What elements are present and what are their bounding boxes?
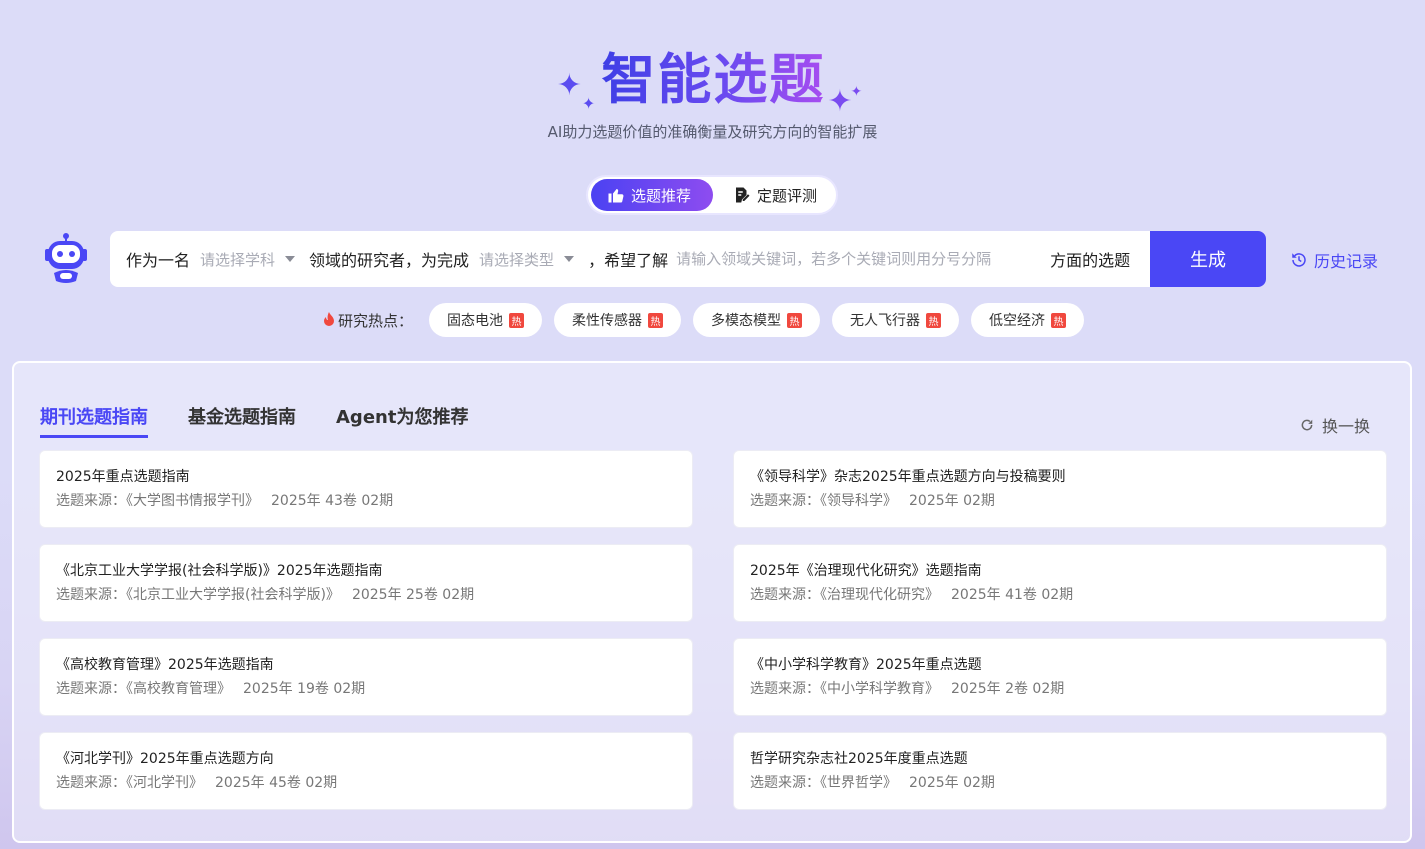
guide-card[interactable]: 《高校教育管理》2025年选题指南 选题来源：《高校教育管理》 2025年 19卷…	[39, 638, 693, 716]
subject-select[interactable]: 请选择学科	[200, 249, 296, 270]
guide-card[interactable]: 2025年重点选题指南 选题来源：《大学图书情报学刊》 2025年 43卷 02期	[39, 450, 693, 528]
tab-journal-guide[interactable]: 期刊选题指南	[40, 403, 148, 438]
card-source: 选题来源：《高校教育管理》 2025年 19卷 02期	[56, 681, 366, 697]
card-title: 《领导科学》杂志2025年重点选题方向与投稿要则	[750, 469, 1066, 485]
robot-avatar-icon	[45, 233, 87, 283]
tab-label: 定题评测	[757, 186, 818, 205]
tab-topic-recommend[interactable]: 选题推荐	[591, 179, 713, 211]
card-title: 《中小学科学教育》2025年重点选题	[750, 657, 982, 673]
card-source: 选题来源：《北京工业大学学报(社会科学版)》 2025年 25卷 02期	[56, 587, 475, 603]
card-title: 《河北学刊》2025年重点选题方向	[56, 751, 274, 767]
chevron-down-icon	[564, 256, 575, 262]
tab-agent-recommend[interactable]: Agent为您推荐	[336, 403, 468, 438]
hot-topic-chip[interactable]: 无人飞行器热	[832, 303, 960, 337]
search-suffix-text: 方面的选题	[1050, 251, 1131, 270]
search-prefix-text: 作为一名	[126, 251, 191, 270]
hot-topic-chip[interactable]: 低空经济热	[971, 303, 1085, 337]
hot-badge: 热	[509, 312, 525, 328]
card-source: 选题来源：《中小学科学教育》 2025年 2卷 02期	[750, 681, 1065, 697]
hot-topics-row: 研究热点： 固态电池热 柔性传感器热 多模态模型热 无人飞行器热 低空经济热	[322, 303, 1096, 337]
guide-card[interactable]: 2025年《治理现代化研究》选题指南 选题来源：《治理现代化研究》 2025年 4…	[733, 544, 1387, 622]
hot-topic-chip[interactable]: 固态电池热	[429, 303, 543, 337]
topic-search-bar: 作为一名 请选择学科 领域的研究者，为完成 请选择类型 ，希望了解 方面的选题 …	[110, 231, 1266, 287]
guide-card[interactable]: 《河北学刊》2025年重点选题方向 选题来源：《河北学刊》 2025年 45卷 0…	[39, 732, 693, 810]
card-source: 选题来源：《大学图书情报学刊》 2025年 43卷 02期	[56, 493, 394, 509]
hot-badge: 热	[926, 312, 942, 328]
history-label: 历史记录	[1314, 252, 1379, 271]
subject-select-placeholder: 请选择学科	[200, 250, 276, 269]
type-select-placeholder: 请选择类型	[479, 250, 555, 269]
guide-tabs: 期刊选题指南 基金选题指南 Agent为您推荐	[40, 403, 468, 438]
tab-topic-evaluate[interactable]: 定题评测	[717, 179, 831, 211]
type-select[interactable]: 请选择类型	[479, 249, 575, 270]
card-title: 《高校教育管理》2025年选题指南	[56, 657, 274, 673]
hot-topic-chip[interactable]: 柔性传感器热	[554, 303, 682, 337]
sparkle-icon: ✦✦	[556, 68, 598, 113]
search-middle-text: 领域的研究者，为完成	[309, 251, 470, 270]
guide-panel: 期刊选题指南 基金选题指南 Agent为您推荐 换一换 2025年重点选题指南 …	[12, 361, 1412, 843]
keyword-input[interactable]	[676, 250, 1037, 268]
refresh-icon	[1301, 419, 1313, 431]
card-source: 选题来源：《世界哲学》 2025年 02期	[750, 775, 995, 791]
history-button[interactable]: 历史记录	[1290, 248, 1378, 272]
guide-card[interactable]: 《领导科学》杂志2025年重点选题方向与投稿要则 选题来源：《领导科学》 2025…	[733, 450, 1387, 528]
tab-label: 选题推荐	[631, 186, 692, 205]
refresh-button[interactable]: 换一换	[1300, 413, 1370, 437]
card-title: 2025年重点选题指南	[56, 469, 190, 485]
hot-badge: 热	[787, 312, 803, 328]
chevron-down-icon	[285, 256, 296, 262]
guide-card[interactable]: 《中小学科学教育》2025年重点选题 选题来源：《中小学科学教育》 2025年 2…	[733, 638, 1387, 716]
card-source: 选题来源：《领导科学》 2025年 02期	[750, 493, 995, 509]
thumbs-up-icon	[608, 189, 624, 203]
hot-topic-chip[interactable]: 多模态模型热	[693, 303, 821, 337]
guide-card[interactable]: 《北京工业大学学报(社会科学版)》2025年选题指南 选题来源：《北京工业大学学…	[39, 544, 693, 622]
card-source: 选题来源：《河北学刊》 2025年 45卷 02期	[56, 775, 338, 791]
history-icon	[1292, 253, 1306, 267]
hot-badge: 热	[1051, 312, 1067, 328]
guide-card[interactable]: 哲学研究杂志社2025年度重点选题 选题来源：《世界哲学》 2025年 02期	[733, 732, 1387, 810]
mode-switch: 选题推荐 定题评测	[586, 175, 838, 215]
hot-topics-label: 研究热点：	[322, 310, 413, 331]
hot-badge: 热	[648, 312, 664, 328]
card-source: 选题来源：《治理现代化研究》 2025年 41卷 02期	[750, 587, 1074, 603]
tab-fund-guide[interactable]: 基金选题指南	[188, 403, 296, 438]
card-title: 哲学研究杂志社2025年度重点选题	[750, 751, 968, 767]
page-title-text: 智能选题	[601, 48, 826, 111]
card-title: 2025年《治理现代化研究》选题指南	[750, 563, 982, 579]
card-title: 《北京工业大学学报(社会科学版)》2025年选题指南	[56, 563, 383, 579]
edit-document-icon	[736, 187, 750, 203]
page-subtitle: AI助力选题价值的准确衡量及研究方向的智能扩展	[547, 123, 878, 141]
generate-button[interactable]: 生成	[1150, 231, 1266, 287]
search-hope-text: ，希望了解	[588, 251, 669, 270]
fire-icon	[324, 312, 334, 326]
